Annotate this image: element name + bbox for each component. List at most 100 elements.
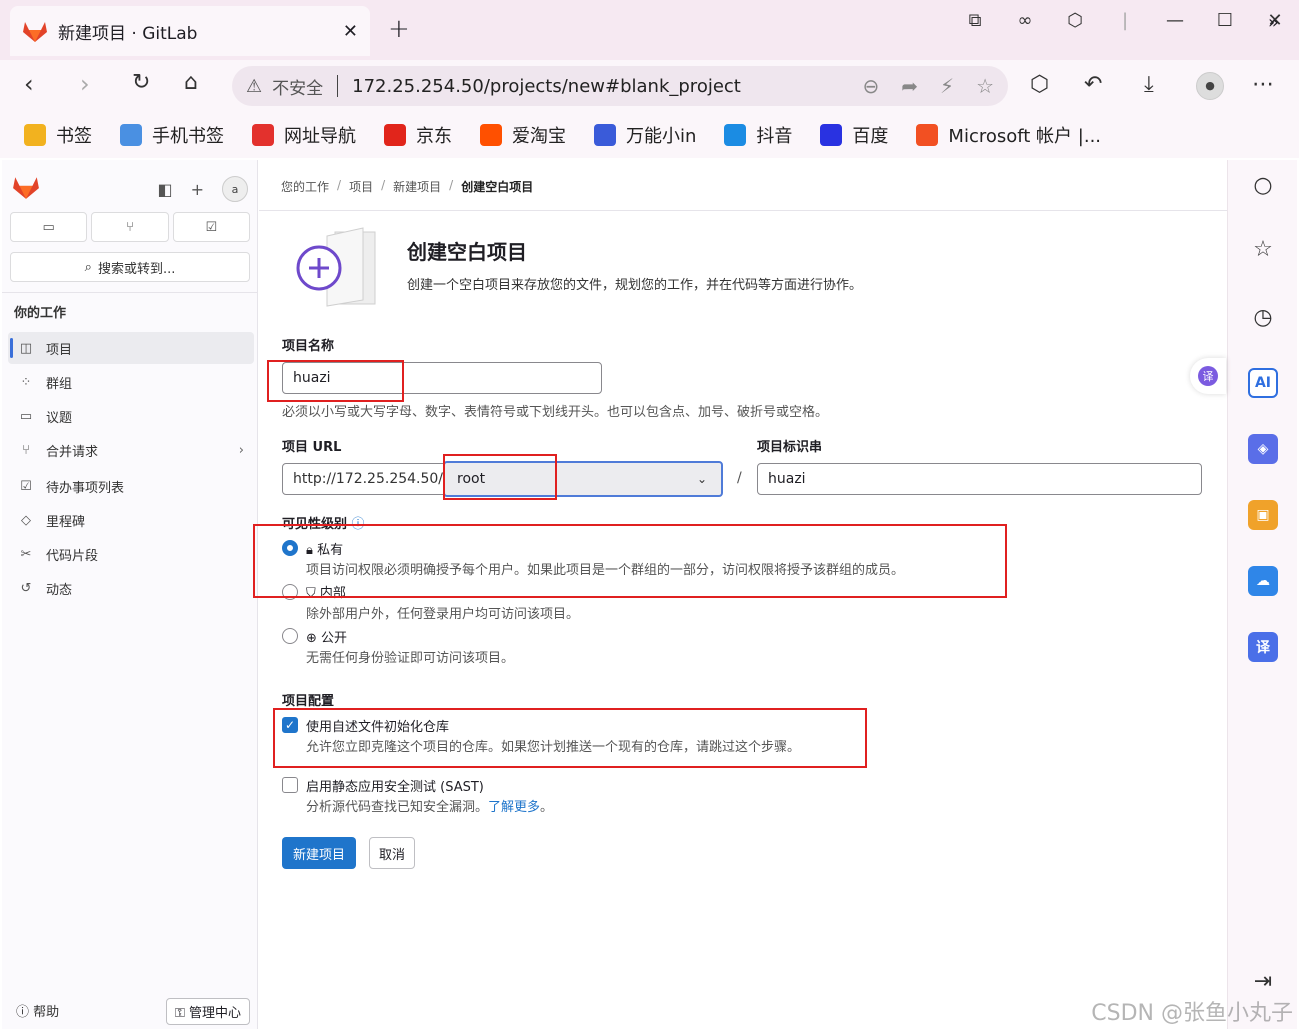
- sast-desc: 分析源代码查找已知安全漏洞。了解更多。: [306, 800, 554, 815]
- sidebar-item[interactable]: ✂ 代码片段: [8, 538, 254, 570]
- cloud-upload-icon[interactable]: ☁: [1248, 566, 1278, 596]
- bookmark-item[interactable]: 书签: [24, 122, 92, 148]
- cancel-button[interactable]: 取消: [369, 837, 416, 869]
- breadcrumb: 您的工作 / 项目 / 新建项目 / 创建空白项目: [281, 178, 534, 195]
- breadcrumb-item[interactable]: 项目: [349, 178, 373, 195]
- sidebar-item-label: 合并请求: [46, 444, 99, 460]
- sidebar-item-label: 里程碑: [46, 514, 86, 530]
- hao-icon: [252, 124, 274, 146]
- more-menu-icon[interactable]: ⋯: [1252, 72, 1274, 97]
- learn-more-link[interactable]: 了解更多: [488, 800, 540, 815]
- sidebar-nav: ◫ 项目 ⁘ 群组 ▭ 议题 ⑂ 合并请求 › ☑ 待办事项列表 ◇ 里程碑 ✂ 代码片段 ↺ 动态: [8, 332, 254, 606]
- sidebar-item[interactable]: ▭ 议题: [8, 400, 254, 432]
- bookmark-label: 抖音: [756, 126, 793, 147]
- breadcrumb-item[interactable]: 新建项目: [393, 178, 441, 195]
- collapse-sidebar-icon[interactable]: ◧: [157, 180, 172, 199]
- download-icon[interactable]: ⤓: [1144, 72, 1154, 97]
- browser-toolbar: ‹ › ↻ ⌂ ⚠ 不安全 172.25.254.50/projects/new…: [0, 60, 1299, 112]
- reload-icon[interactable]: ↻: [132, 70, 150, 95]
- todos-button[interactable]: ☑: [172, 212, 250, 242]
- breadcrumb-item[interactable]: 您的工作: [281, 178, 329, 195]
- snippet-icon: ✂: [20, 546, 32, 562]
- workspaces-icon[interactable]: ∞: [1011, 10, 1039, 31]
- url-prefix: http://172.25.254.50/: [282, 463, 455, 495]
- breadcrumb-divider: [259, 210, 1227, 211]
- ai-assistant-icon[interactable]: AI: [1248, 368, 1278, 398]
- bookmark-item[interactable]: Microsoft 帐户 |...: [916, 122, 1101, 148]
- tab-actions-icon[interactable]: ⧉: [961, 10, 989, 31]
- bookmark-item[interactable]: 万能小in: [594, 122, 696, 148]
- sidebar-item[interactable]: ◇ 里程碑: [8, 504, 254, 536]
- create-project-button[interactable]: 新建项目: [282, 837, 357, 869]
- sidebar-item[interactable]: ↺ 动态: [8, 572, 254, 604]
- tab-close-icon[interactable]: ✕: [343, 21, 358, 42]
- sast-checkbox[interactable]: [282, 777, 298, 793]
- extensions-icon[interactable]: ⬡: [1061, 10, 1089, 31]
- bookmark-item[interactable]: 百度: [820, 122, 888, 148]
- profile-avatar[interactable]: ●: [1196, 70, 1224, 100]
- floating-translate-button[interactable]: 译: [1190, 358, 1226, 394]
- admin-area-button[interactable]: ⚿ 管理中心: [165, 998, 250, 1025]
- history-clock-icon[interactable]: ◷: [1248, 302, 1278, 332]
- share-icon[interactable]: ➦: [901, 74, 918, 98]
- search-icon[interactable]: ○: [1248, 170, 1278, 200]
- favorites-star-icon[interactable]: ☆: [1248, 234, 1278, 264]
- create-new-icon[interactable]: +: [191, 180, 204, 199]
- bookmarks-more-icon[interactable]: »: [1268, 12, 1279, 33]
- gitlab-logo-icon[interactable]: [12, 174, 40, 200]
- key-icon: ⚿: [174, 1006, 185, 1021]
- sidebar-item[interactable]: ⁘ 群组: [8, 366, 254, 398]
- address-separator: [337, 75, 339, 97]
- sidebar-item[interactable]: ☑ 待办事项列表: [8, 470, 254, 502]
- forward-icon[interactable]: ›: [80, 70, 90, 98]
- merge-requests-button[interactable]: ⑂: [91, 212, 169, 242]
- browser-tab[interactable]: 新建项目 · GitLab ✕: [10, 6, 370, 56]
- sidebar-item[interactable]: ◫ 项目: [8, 332, 254, 364]
- lightning-icon[interactable]: ⚡: [940, 74, 954, 98]
- page-description: 创建一个空白项目来存放您的文件，规划您的工作，并在代码等方面进行协作。: [407, 278, 863, 293]
- bookmark-item[interactable]: 网址导航: [252, 122, 356, 148]
- sidebar-item[interactable]: ⑂ 合并请求 ›: [8, 434, 254, 466]
- bookmark-item[interactable]: 爱淘宝: [480, 122, 566, 148]
- bookmark-item[interactable]: 抖音: [724, 122, 792, 148]
- address-bar[interactable]: ⚠ 不安全 172.25.254.50/projects/new#blank_p…: [232, 66, 1008, 106]
- bookmark-label: 万能小in: [626, 126, 697, 147]
- project-name-help: 必须以小写或大写字母、数字、表情符号或下划线开头。也可以包含点、加号、破折号或空…: [282, 405, 829, 420]
- visibility-public-label[interactable]: ⊕ 公开: [306, 627, 347, 646]
- visibility-public-radio[interactable]: [282, 628, 298, 644]
- translate-icon[interactable]: 译: [1248, 632, 1278, 662]
- extension-puzzle-icon[interactable]: ⬡: [1030, 72, 1049, 97]
- toolbox-icon[interactable]: ▣: [1248, 500, 1278, 530]
- user-avatar[interactable]: a: [222, 176, 248, 202]
- microsoft-icon: [916, 124, 939, 146]
- translate-badge-icon: 译: [1198, 366, 1218, 386]
- undo-icon[interactable]: ↶: [1084, 72, 1102, 97]
- bookmark-item[interactable]: 手机书签: [120, 122, 224, 148]
- milestone-icon: ◇: [21, 512, 31, 528]
- breadcrumb-current: 创建空白项目: [461, 180, 534, 194]
- expand-panel-icon[interactable]: ⇥: [1248, 966, 1278, 996]
- baidu-icon: [820, 124, 843, 146]
- url-text[interactable]: 172.25.254.50/projects/new#blank_project: [352, 76, 862, 97]
- home-icon[interactable]: ⌂: [184, 70, 198, 95]
- zoom-out-icon[interactable]: ⊖: [862, 74, 879, 98]
- help-button[interactable]: ⓘ 帮助: [16, 1001, 59, 1020]
- games-icon[interactable]: ◈: [1248, 434, 1278, 464]
- new-tab-button[interactable]: +: [388, 14, 410, 44]
- bookmark-item[interactable]: 京东: [384, 122, 452, 148]
- sast-label[interactable]: 启用静态应用安全测试 (SAST): [306, 776, 484, 795]
- search-button[interactable]: ⌕ 搜索或转到...: [10, 252, 250, 282]
- sidebar-item-label: 动态: [46, 582, 73, 598]
- favorite-star-icon[interactable]: ☆: [976, 74, 994, 98]
- todo-icon: ☑: [20, 478, 32, 494]
- jd-icon: [384, 124, 406, 146]
- insecure-label: 不安全: [272, 78, 324, 99]
- maximize-button[interactable]: ☐: [1211, 10, 1239, 31]
- annotation-box-namespace: [443, 454, 557, 500]
- assigned-issues-button[interactable]: ▭: [10, 212, 88, 242]
- project-slug-input[interactable]: huazi: [757, 463, 1202, 495]
- back-icon[interactable]: ‹: [24, 70, 34, 98]
- minimize-button[interactable]: —: [1161, 10, 1189, 31]
- admin-label: 管理中心: [188, 1006, 241, 1021]
- merge-request-icon: ⑂: [126, 219, 134, 235]
